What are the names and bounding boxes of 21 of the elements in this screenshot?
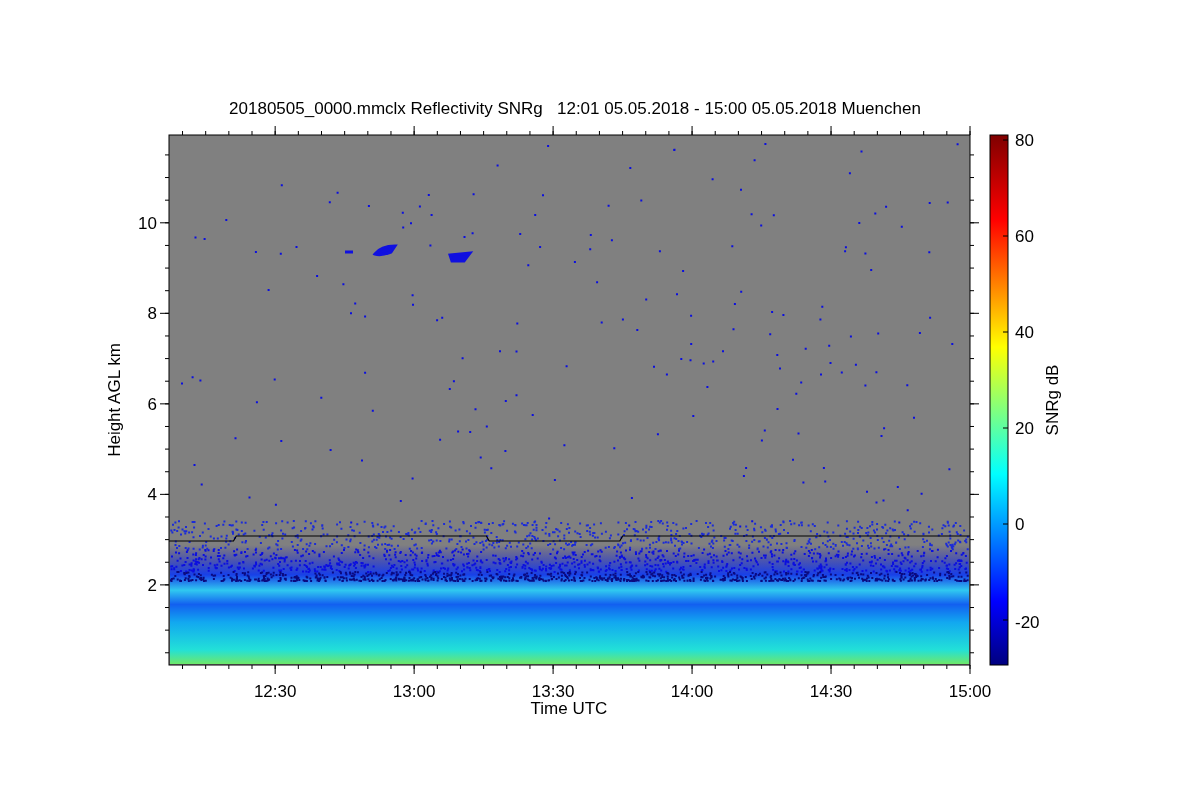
x-tick-label: 13:00 xyxy=(392,682,436,701)
colorbar-tick-label: 80 xyxy=(1015,131,1034,150)
x-tick-label: 15:00 xyxy=(948,682,992,701)
y-tick-label: 8 xyxy=(147,304,157,324)
x-axis-title: Time UTC xyxy=(530,699,608,718)
x-tick-label: 12:30 xyxy=(253,682,297,701)
y-tick-label: 4 xyxy=(147,485,157,505)
colorbar-tick-label: 0 xyxy=(1015,515,1025,534)
x-tick-label: 14:00 xyxy=(670,682,714,701)
plot-title: 20180505_0000.mmclx Reflectivity SNRg 12:01 05.05.2018 - 15:00 05.05.2018 Muenchen xyxy=(229,99,921,118)
y-tick-label: 2 xyxy=(147,575,157,595)
colorbar-tick-label: 20 xyxy=(1015,419,1034,438)
colorbar-tick-label: 40 xyxy=(1015,323,1034,342)
x-tick-label: 13:30 xyxy=(531,682,575,701)
colorbar-title: SNRg dB xyxy=(1043,364,1062,436)
colorbar-tick-label: -20 xyxy=(1015,613,1040,632)
y-axis-title: Height AGL km xyxy=(105,343,124,457)
x-tick-label: 14:30 xyxy=(809,682,853,701)
y-tick-label: 10 xyxy=(138,213,157,233)
y-tick-label: 6 xyxy=(147,394,157,414)
colorbar-tick-label: 60 xyxy=(1015,227,1034,246)
